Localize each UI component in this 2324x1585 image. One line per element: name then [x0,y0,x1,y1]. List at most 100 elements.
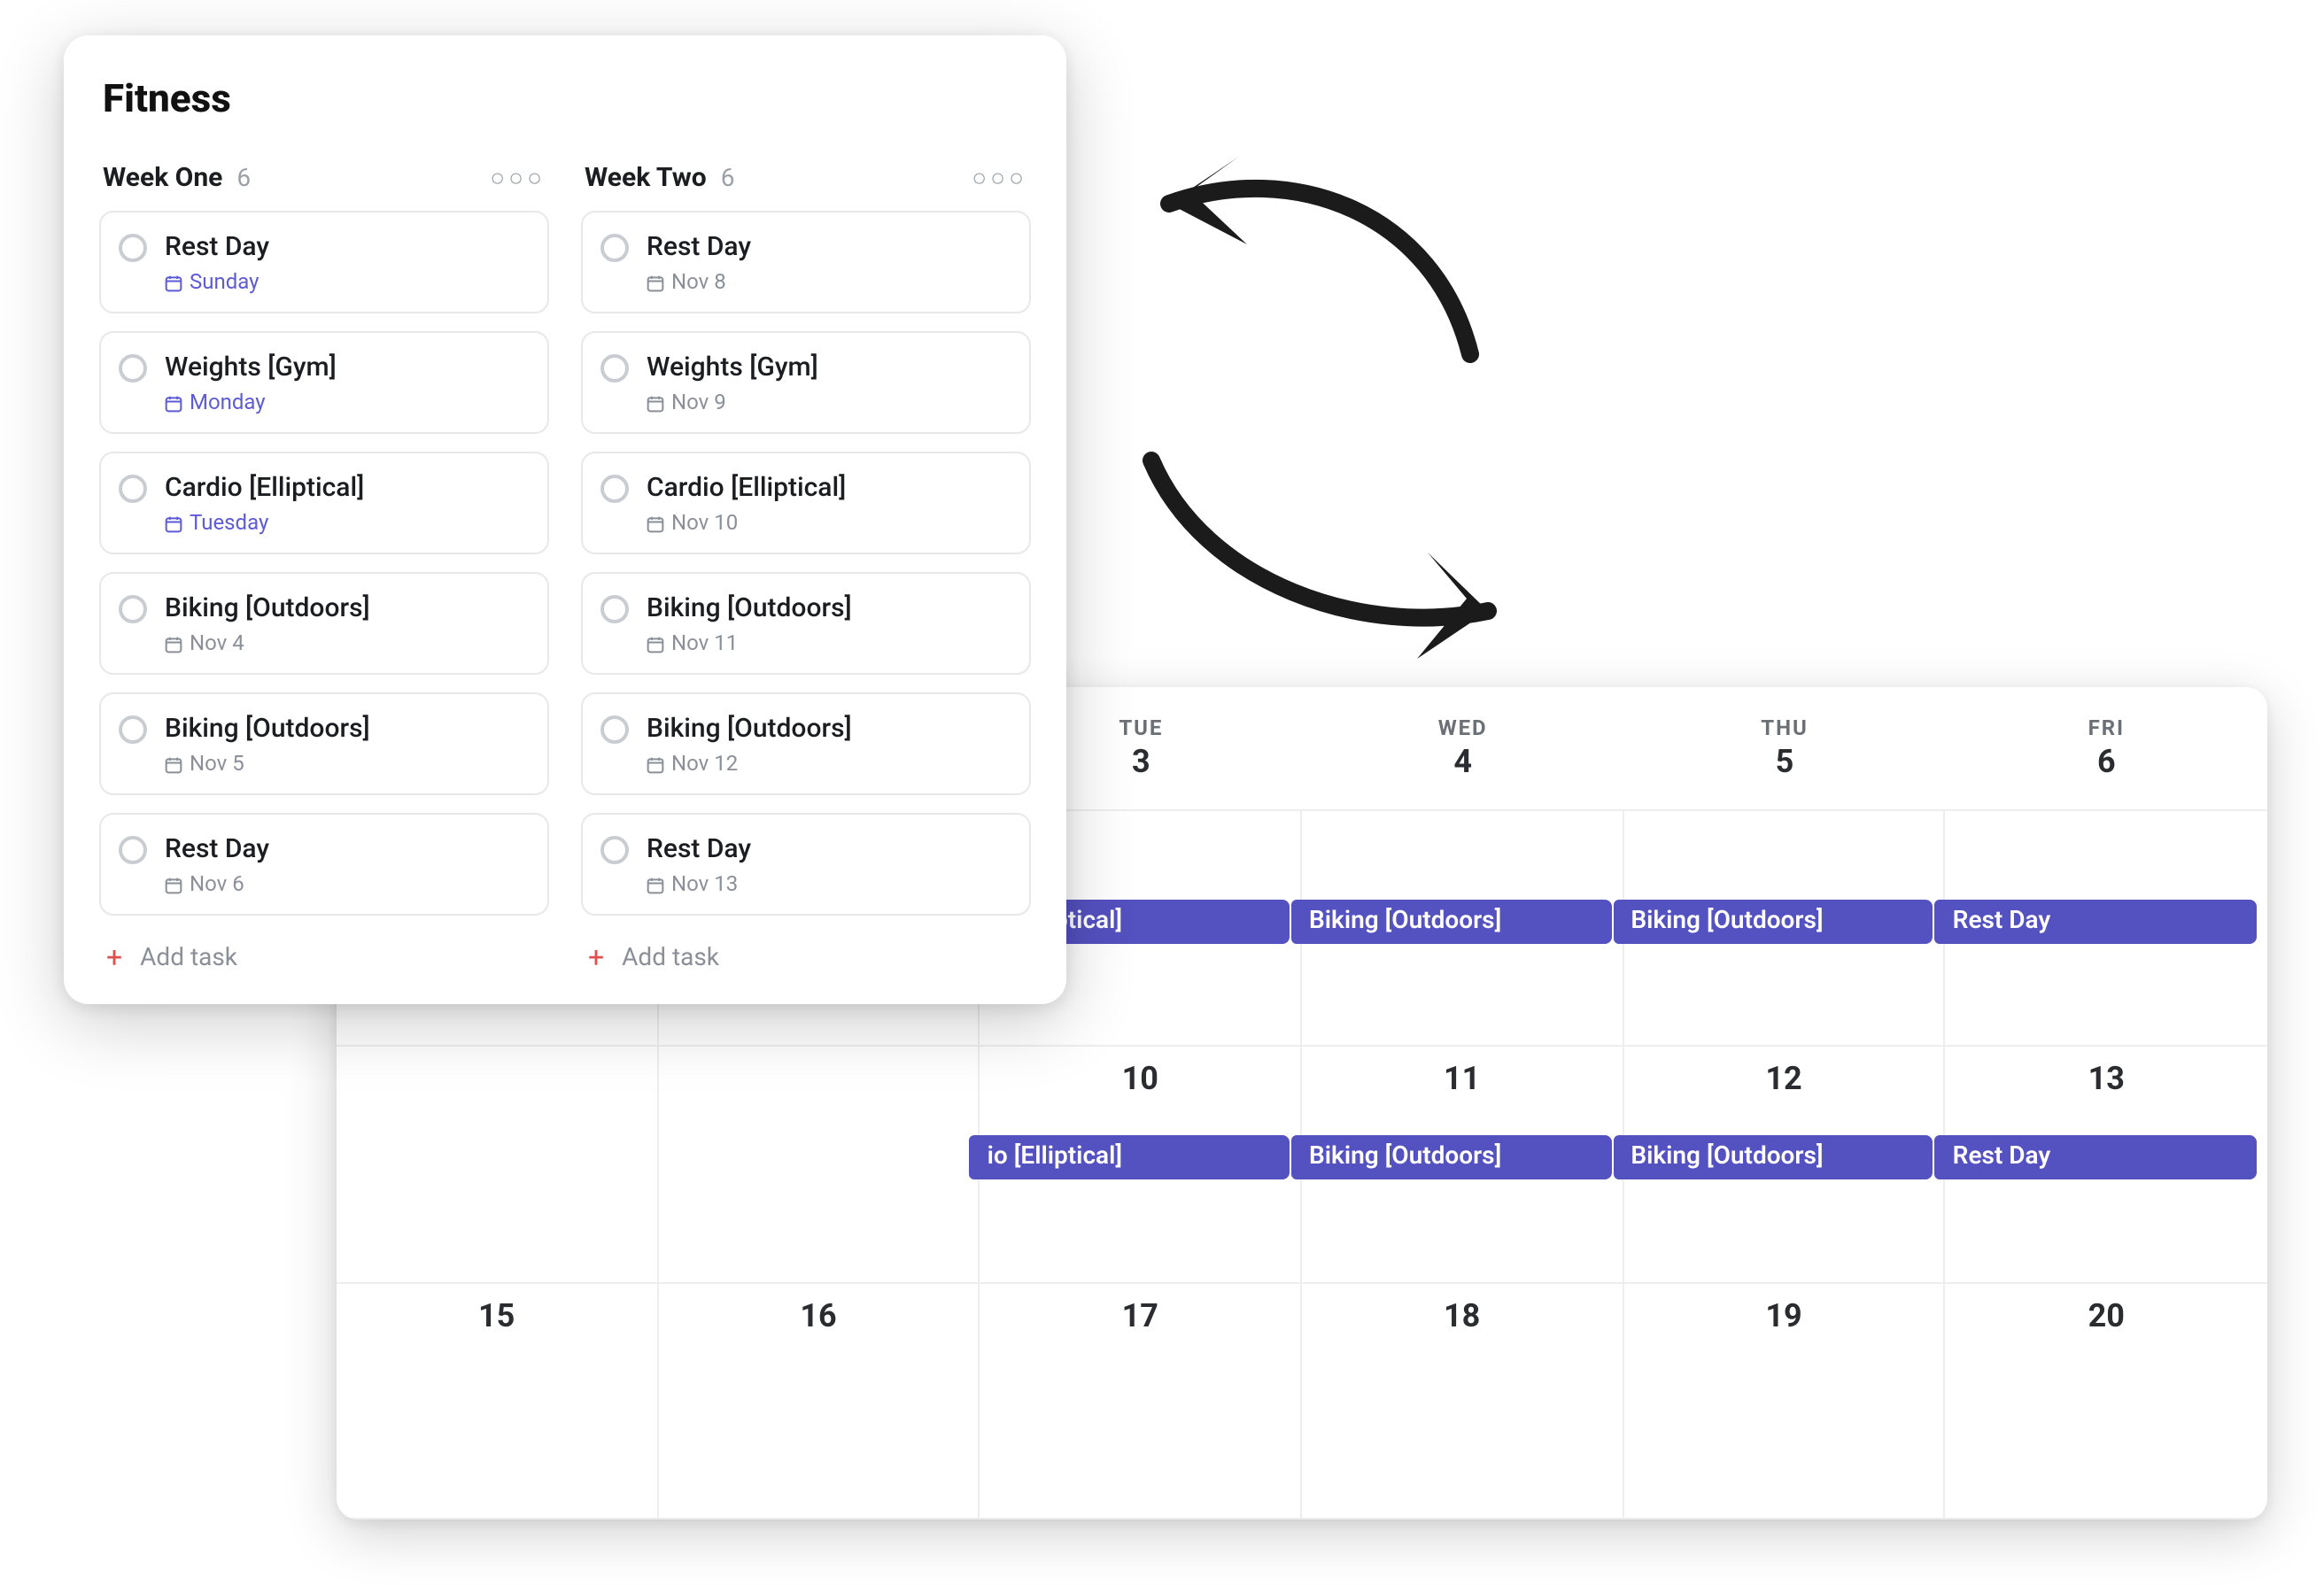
task-checkbox[interactable] [119,595,147,623]
task-title: Weights [Gym] [647,351,818,383]
calendar-event[interactable]: Rest Day [1935,1136,2257,1180]
task-card[interactable]: Cardio [Elliptical] Tuesday [99,452,549,554]
add-task-label: Add task [140,944,237,972]
task-checkbox[interactable] [119,354,147,383]
task-title: Biking [Outdoors] [165,712,370,744]
column-header: Week Two 6 ○○○ [581,161,1031,193]
calendar-cell[interactable] [337,1048,658,1284]
board-column: Week One 6 ○○○ Rest Day Sunday Weights [… [99,161,549,972]
task-title: Weights [Gym] [165,351,337,383]
task-card[interactable]: Rest Day Sunday [99,211,549,313]
task-date-text: Nov 8 [671,269,726,294]
calendar-cell[interactable]: Biking [Outdoors] [1302,811,1623,1048]
task-date: Nov 10 [647,510,846,535]
task-card[interactable]: Rest Day Nov 13 [581,813,1031,916]
task-date-text: Sunday [190,269,260,294]
dow-label: TUE [1119,715,1163,740]
column-menu-icon[interactable]: ○○○ [972,162,1027,192]
task-checkbox[interactable] [119,475,147,503]
add-task-button[interactable]: + Add task [99,933,549,972]
column-menu-icon[interactable]: ○○○ [490,162,546,192]
calendar-cell[interactable]: 19 [1623,1283,1945,1519]
calendar-event[interactable]: io [Elliptical] [970,1136,1290,1180]
cell-date: 13 [1946,1062,2267,1099]
task-date: Nov 9 [647,390,818,414]
calendar-cell[interactable]: 12 Biking [Outdoors] [1623,1048,1945,1284]
task-title: Rest Day [165,230,269,262]
add-task-label: Add task [622,944,719,972]
add-task-button[interactable]: + Add task [581,933,1031,972]
task-date: Tuesday [165,510,364,535]
task-card[interactable]: Weights [Gym] Nov 9 [581,331,1031,434]
task-card[interactable]: Biking [Outdoors] Nov 5 [99,692,549,795]
calendar-icon [165,395,182,413]
column-count: 6 [236,165,251,193]
calendar-cell[interactable]: 17 [980,1283,1302,1519]
header-date: 4 [1453,744,1472,781]
header-date: 6 [2097,744,2116,781]
header-date: 5 [1776,744,1794,781]
task-title: Biking [Outdoors] [647,591,852,623]
board-columns: Week One 6 ○○○ Rest Day Sunday Weights [… [99,161,1031,972]
column-count: 6 [721,165,735,193]
calendar-cell[interactable] [658,1048,980,1284]
task-checkbox[interactable] [119,234,147,262]
plus-icon: + [106,944,122,972]
calendar-cell[interactable]: Rest Day [1946,811,2267,1048]
task-date: Nov 8 [647,269,751,294]
task-checkbox[interactable] [600,354,629,383]
calendar-cell[interactable]: 16 [658,1283,980,1519]
task-date-text: Nov 9 [671,390,726,414]
task-checkbox[interactable] [600,475,629,503]
calendar-cell[interactable]: 18 [1302,1283,1623,1519]
task-card[interactable]: Biking [Outdoors] Nov 4 [99,572,549,675]
fitness-board: Fitness Week One 6 ○○○ Rest Day Sunday W… [64,35,1066,1004]
task-checkbox[interactable] [600,715,629,744]
task-card[interactable]: Weights [Gym] Monday [99,331,549,434]
task-checkbox[interactable] [600,595,629,623]
plus-icon: + [588,944,604,972]
task-date-text: Tuesday [190,510,268,535]
calendar-event[interactable]: Biking [Outdoors] [1613,900,1933,944]
task-card[interactable]: Cardio [Elliptical] Nov 10 [581,452,1031,554]
cell-date: 11 [1302,1062,1622,1099]
cell-date: 18 [1302,1297,1622,1334]
task-date: Nov 11 [647,630,852,655]
task-checkbox[interactable] [119,715,147,744]
task-checkbox[interactable] [600,234,629,262]
task-date: Nov 6 [165,871,269,896]
task-date-text: Nov 10 [671,510,738,535]
calendar-icon [165,877,182,894]
calendar-cell[interactable]: 10 io [Elliptical] [980,1048,1302,1284]
calendar-cell[interactable]: 20 [1946,1283,2267,1519]
calendar-cell[interactable]: 15 [337,1283,658,1519]
calendar-event[interactable]: Biking [Outdoors] [1291,1136,1611,1180]
task-checkbox[interactable] [119,836,147,864]
task-card[interactable]: Rest Day Nov 8 [581,211,1031,313]
calendar-event[interactable]: Biking [Outdoors] [1613,1136,1933,1180]
task-card[interactable]: Biking [Outdoors] Nov 12 [581,692,1031,795]
calendar-cell[interactable]: 11 Biking [Outdoors] [1302,1048,1623,1284]
calendar-event[interactable]: Biking [Outdoors] [1291,900,1611,944]
header-date: 3 [1132,744,1150,781]
board-column: Week Two 6 ○○○ Rest Day Nov 8 Weights [G… [581,161,1031,972]
cell-date: 17 [980,1297,1300,1334]
task-checkbox[interactable] [600,836,629,864]
calendar-icon [647,756,664,774]
task-title: Biking [Outdoors] [165,591,370,623]
task-title: Biking [Outdoors] [647,712,852,744]
task-card[interactable]: Biking [Outdoors] Nov 11 [581,572,1031,675]
cell-date: 16 [658,1297,978,1334]
task-title: Rest Day [647,230,751,262]
task-date: Nov 12 [647,751,852,776]
task-date: Sunday [165,269,269,294]
calendar-event[interactable]: Rest Day [1935,900,2257,944]
task-card[interactable]: Rest Day Nov 6 [99,813,549,916]
task-title: Cardio [Elliptical] [165,471,364,503]
calendar-cell[interactable]: 13 Rest Day [1946,1048,2267,1284]
calendar-cell[interactable]: Biking [Outdoors] [1623,811,1945,1048]
task-date-text: Nov 4 [190,630,244,655]
task-date: Nov 13 [647,871,751,896]
cell-date: 12 [1623,1062,1943,1099]
calendar-head-wed: WED 4 [1302,687,1623,811]
